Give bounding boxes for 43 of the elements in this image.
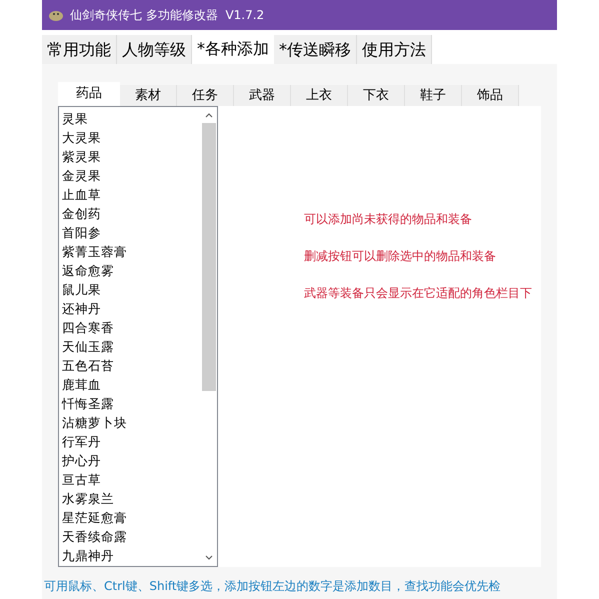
sub-tab[interactable]: 鞋子 [405, 85, 462, 106]
list-item[interactable]: 护心丹 [62, 451, 201, 470]
hint-text: 可以添加尚未获得的物品和装备 [304, 211, 473, 228]
list-item[interactable]: 金创药 [62, 204, 201, 223]
list-item[interactable]: 鼠儿果 [62, 280, 201, 299]
list-item[interactable]: 水雾泉兰 [62, 489, 201, 508]
scroll-thumb[interactable] [202, 123, 216, 391]
list-item[interactable]: 返命愈雾 [62, 261, 201, 280]
list-item[interactable]: 紫灵果 [62, 147, 201, 166]
sub-tab[interactable]: 任务 [177, 85, 234, 106]
hint-text: 删减按钮可以删除选中的物品和装备 [304, 248, 497, 265]
window-title: 仙剑奇侠传七 多功能修改器 V1.7.2 [70, 7, 264, 24]
tab[interactable]: 人物等级 [117, 35, 192, 64]
sub-tab[interactable]: 饰品 [462, 85, 519, 106]
tab[interactable]: 常用功能 [42, 35, 117, 64]
app-icon [48, 8, 64, 22]
sub-tab[interactable]: 武器 [234, 85, 291, 106]
list-item[interactable]: 大灵果 [62, 128, 201, 147]
list-item[interactable]: 忏悔圣露 [62, 394, 201, 413]
sub-tab[interactable]: 下衣 [348, 85, 405, 106]
list-item[interactable]: 天香续命露 [62, 527, 201, 546]
hint-text: 武器等装备只会显示在它适配的角色栏目下 [304, 285, 533, 302]
tab[interactable]: *传送瞬移 [274, 35, 357, 64]
list-item[interactable]: 五色石苔 [62, 356, 201, 375]
list-item[interactable]: 首阳参 [62, 223, 201, 242]
status-text: 可用鼠标、Ctrl键、Shift键多选，添加按钮左边的数字是添加数目，查找功能会优先检 [44, 578, 502, 595]
list-item[interactable]: 天仙玉露 [62, 337, 201, 356]
list-item[interactable]: 还神丹 [62, 299, 201, 318]
list-item[interactable]: 九鼎神丹 [62, 546, 201, 565]
list-item[interactable]: 四合寒香 [62, 318, 201, 337]
sub-tab[interactable]: 上衣 [291, 85, 348, 106]
sub-tab[interactable]: 药品 [58, 82, 120, 106]
list-item[interactable]: 灵果 [62, 109, 201, 128]
list-item[interactable]: 紫菁玉蓉膏 [62, 242, 201, 261]
list-item[interactable]: 鹿茸血 [62, 375, 201, 394]
list-item[interactable]: 止血草 [62, 185, 201, 204]
list-item[interactable]: 星茫延愈膏 [62, 508, 201, 527]
sub-tab[interactable]: 素材 [120, 85, 177, 106]
list-item[interactable]: 亘古草 [62, 470, 201, 489]
list-item[interactable]: 行军丹 [62, 432, 201, 451]
tab[interactable]: 使用方法 [357, 35, 432, 64]
list-item[interactable]: 沾糖萝卜块 [62, 413, 201, 432]
list-item[interactable]: 金灵果 [62, 166, 201, 185]
